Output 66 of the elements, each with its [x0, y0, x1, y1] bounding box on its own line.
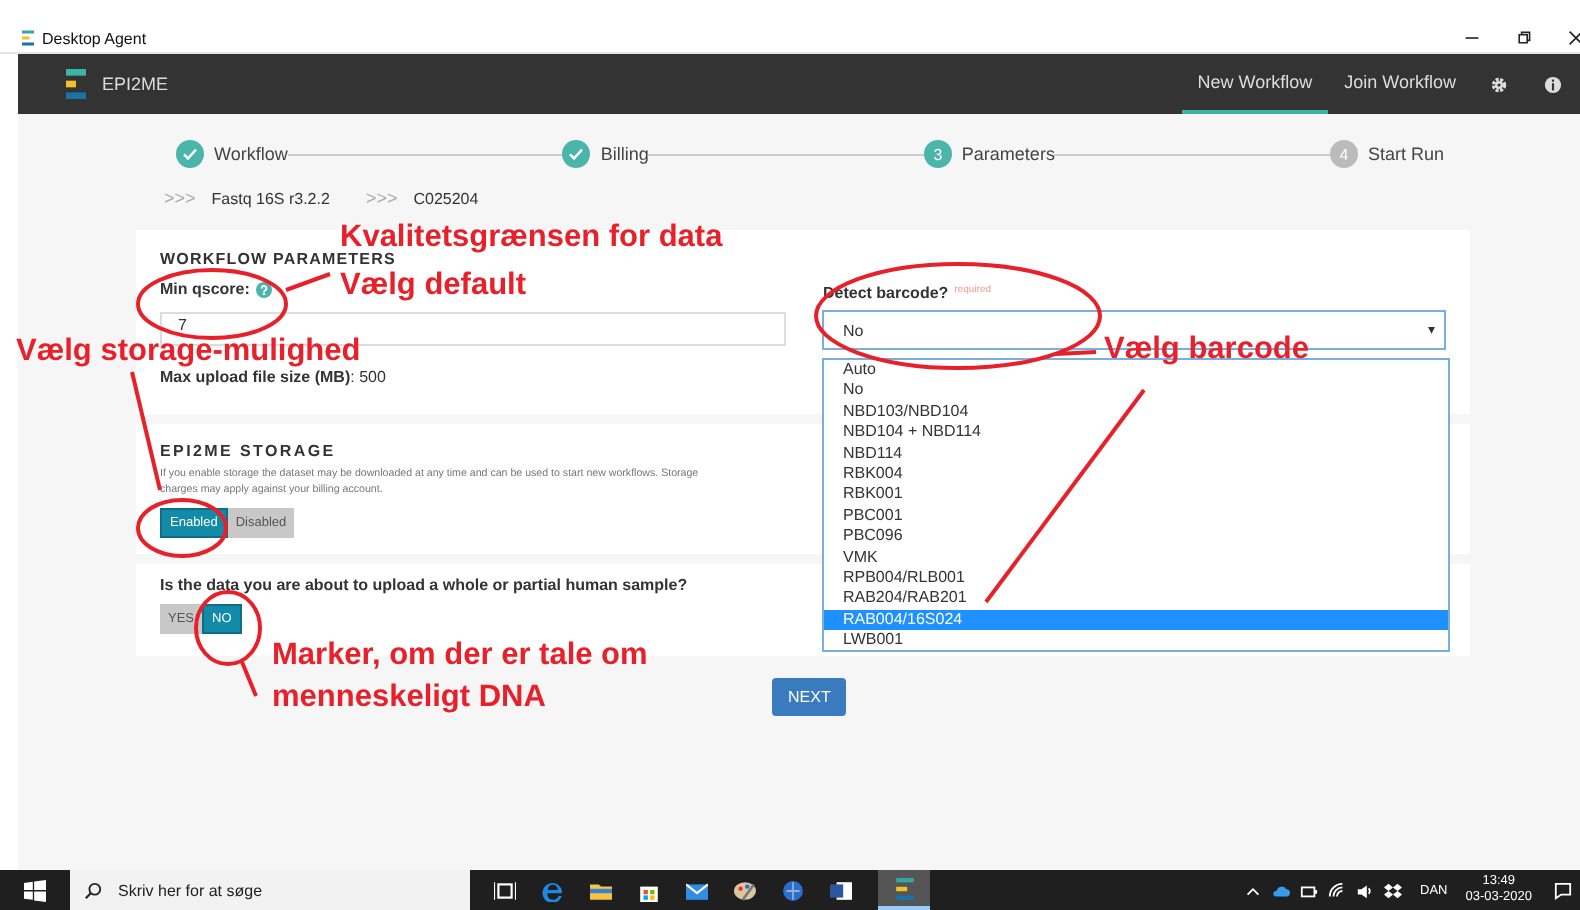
step-indicator: 3	[923, 140, 952, 168]
dropdown-option[interactable]: RBK004	[824, 463, 1449, 485]
breadcrumb-separator: >>>	[365, 188, 398, 208]
leader-line	[130, 371, 162, 491]
restore-icon[interactable]	[1516, 30, 1532, 46]
dropdown-option[interactable]: VMK	[824, 547, 1449, 568]
highlight-ellipse	[194, 590, 262, 666]
dropdown-option[interactable]: PBC001	[824, 505, 1449, 527]
dropdown-option[interactable]: RBK001	[824, 484, 1449, 506]
step-label: Workflow	[214, 144, 288, 164]
app-logo-text: EPI2ME	[102, 74, 169, 94]
question-text: Is the data you are about to upload a whole or partial human sample?	[160, 576, 688, 594]
section-heading: WORKFLOW PARAMETERS	[160, 250, 396, 268]
breadcrumb-item: Fastq 16S r3.2.2	[211, 189, 330, 207]
info-icon[interactable]	[1544, 75, 1562, 93]
dropdown-option[interactable]: NBD104 + NBD114	[824, 422, 1449, 444]
app-icon	[22, 30, 34, 46]
search-icon	[84, 881, 102, 899]
settings-icon[interactable]	[1490, 75, 1508, 93]
step-label: Billing	[600, 144, 649, 164]
annotation-text: Vælg default	[340, 266, 527, 306]
dropdown-option[interactable]: LWB001	[824, 630, 1449, 651]
dropdown-option[interactable]: No	[824, 380, 1449, 402]
close-icon[interactable]	[1568, 30, 1580, 46]
dropdown-option[interactable]: NBD114	[824, 443, 1449, 464]
folder-icon[interactable]	[590, 879, 612, 901]
cloud-icon[interactable]	[1272, 881, 1291, 899]
wifi-icon[interactable]	[1328, 881, 1347, 899]
battery-icon[interactable]	[1300, 881, 1319, 899]
breadcrumb-item: C025204	[413, 189, 479, 207]
step-indicator	[562, 140, 591, 168]
window-title: Desktop Agent	[42, 29, 147, 47]
dropdown-option[interactable]: RPB004/RLB001	[824, 567, 1449, 589]
breadcrumb-separator: >>>	[164, 188, 196, 208]
paint-icon[interactable]	[734, 879, 756, 901]
step-label: Parameters	[961, 144, 1055, 164]
dropdown-option[interactable]: RAB204/RAB201	[824, 588, 1449, 610]
browser-icon[interactable]	[542, 879, 564, 901]
field-label: Min qscore:	[160, 280, 250, 298]
highlight-ellipse	[136, 498, 228, 558]
annotation-text: Marker, om der er tale om menneskeligt DNA	[272, 636, 650, 718]
section-heading: EPI2ME STORAGE	[160, 442, 336, 460]
mail-icon[interactable]	[686, 879, 708, 901]
help-icon[interactable]	[255, 281, 272, 297]
globe-icon[interactable]	[782, 879, 804, 901]
speaker-icon[interactable]	[1356, 881, 1375, 899]
dropbox-icon[interactable]	[1384, 881, 1403, 899]
step-label: Start Run	[1367, 144, 1445, 164]
app-icon[interactable]	[893, 877, 915, 899]
notification-icon[interactable]	[1554, 881, 1572, 899]
leader-line	[1055, 350, 1097, 356]
taskbar-search-field[interactable]: Skriv her for at søge	[70, 870, 470, 910]
word-icon[interactable]	[830, 879, 852, 901]
leader-line	[285, 272, 331, 292]
start-icon[interactable]	[24, 879, 46, 901]
max-upload-text: Max upload file size (MB): 500	[160, 368, 386, 386]
step-indicator	[176, 140, 204, 168]
logo-icon	[66, 68, 86, 100]
leader-line	[240, 661, 258, 697]
dropdown-option[interactable]: PBC096	[824, 526, 1449, 548]
dropdown-option[interactable]: NBD103/NBD104	[824, 401, 1449, 423]
step-indicator: 4	[1329, 140, 1358, 168]
next-button[interactable]: NEXT	[772, 678, 847, 716]
task-view-icon[interactable]	[494, 879, 516, 901]
nav-tab[interactable]: Join Workflow	[1328, 54, 1472, 114]
annotation-text: Kvalitetsgrænsen for data	[340, 218, 723, 254]
